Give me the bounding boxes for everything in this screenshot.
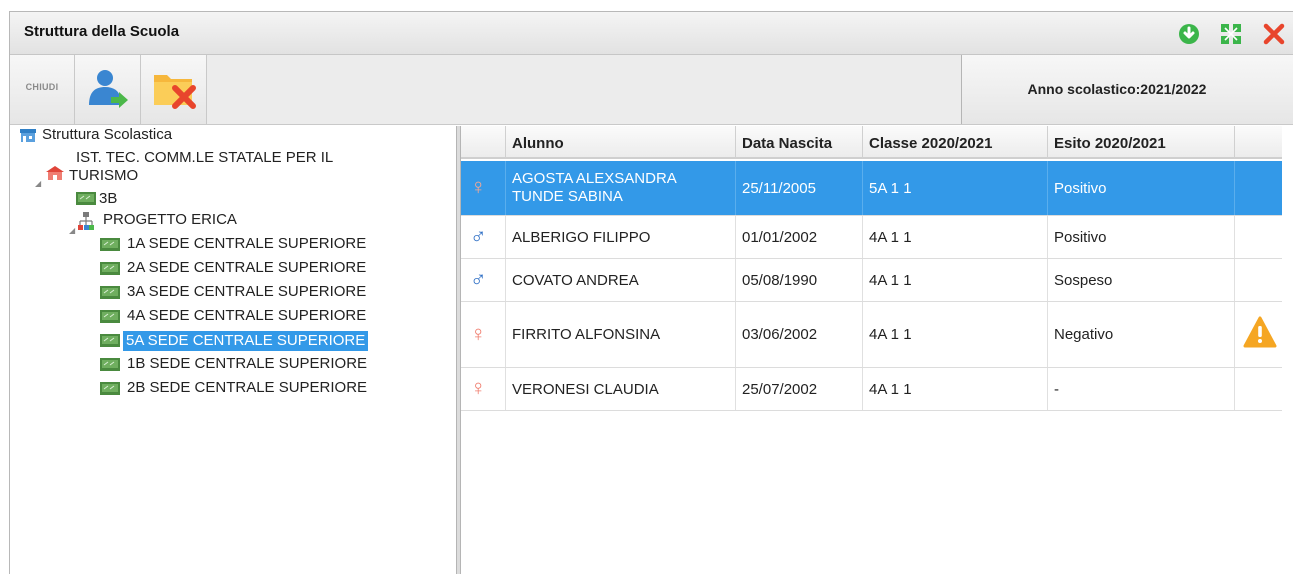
warning-icon[interactable] <box>1243 316 1277 348</box>
gender-cell: ♀ <box>461 302 505 367</box>
maximize-icon[interactable] <box>1219 22 1243 46</box>
project-hierarchy-icon <box>78 212 94 230</box>
column-header-alunno[interactable]: Alunno <box>505 126 735 159</box>
table-row[interactable]: ♂ ALBERIGO FILIPPO 01/01/2002 4A 1 1 Pos… <box>461 216 1282 259</box>
classroom-board-icon <box>100 334 120 347</box>
tree-node-1b[interactable]: 1B SEDE CENTRALE SUPERIORE <box>127 356 367 372</box>
delete-folder-button[interactable] <box>141 55 207 124</box>
classroom-board-icon <box>100 310 120 323</box>
toolbar: CHIUDI Anno scolastico:2021/2022 <box>10 55 1293 125</box>
student-name-cell: VERONESI CLAUDIA <box>505 368 735 410</box>
title-bar: Struttura della Scuola <box>10 12 1293 55</box>
school-structure-icon <box>20 129 36 142</box>
table-row[interactable]: ♀ VERONESI CLAUDIA 25/07/2002 4A 1 1 - <box>461 368 1282 411</box>
table-row[interactable]: ♀ AGOSTA ALEXSANDRA TUNDE SABINA 25/11/2… <box>461 161 1282 216</box>
class-cell: 4A 1 1 <box>862 216 1047 258</box>
column-header-sex[interactable] <box>461 126 505 159</box>
outcome-cell: Negativo <box>1047 302 1234 367</box>
outcome-cell: Positivo <box>1047 161 1234 215</box>
gender-cell: ♀ <box>461 161 505 215</box>
tree-node-3a[interactable]: 3A SEDE CENTRALE SUPERIORE <box>127 284 366 300</box>
collapse-arrow-icon[interactable]: ◢ <box>69 226 75 235</box>
column-header-data-nascita[interactable]: Data Nascita <box>735 126 862 159</box>
close-icon[interactable] <box>1262 22 1286 46</box>
status-cell <box>1234 216 1282 258</box>
class-cell: 4A 1 1 <box>862 368 1047 410</box>
student-name-cell: COVATO ANDREA <box>505 259 735 301</box>
tree-school-line1[interactable]: IST. TEC. COMM.LE STATALE PER IL <box>76 150 333 166</box>
classroom-board-icon <box>100 238 120 251</box>
tree-node-1a[interactable]: 1A SEDE CENTRALE SUPERIORE <box>127 236 366 252</box>
student-name-cell: AGOSTA ALEXSANDRA TUNDE SABINA <box>505 161 735 215</box>
female-icon: ♀ <box>470 374 487 400</box>
female-icon: ♀ <box>470 320 487 346</box>
class-cell: 4A 1 1 <box>862 302 1047 367</box>
tree-school-line2[interactable]: TURISMO <box>69 168 138 184</box>
column-header-classe[interactable]: Classe 2020/2021 <box>862 126 1047 159</box>
student-name-cell: FIRRITO ALFONSINA <box>505 302 735 367</box>
female-icon: ♀ <box>470 173 487 199</box>
classroom-board-icon <box>100 262 120 275</box>
collapse-arrow-icon[interactable]: ◢ <box>35 179 41 188</box>
tree-root[interactable]: Struttura Scolastica <box>42 127 172 143</box>
school-structure-window: Struttura della Scuola CHIUDI Anno scola… <box>9 11 1293 574</box>
column-header-status[interactable] <box>1234 126 1276 159</box>
classroom-board-icon <box>100 382 120 395</box>
tree-node-5a-selected[interactable]: 5A SEDE CENTRALE SUPERIORE <box>123 331 369 351</box>
student-name-line1: AGOSTA ALEXSANDRA <box>512 170 677 187</box>
students-grid: Alunno Data Nascita Classe 2020/2021 Esi… <box>461 126 1293 574</box>
birth-date-cell: 05/08/1990 <box>735 259 862 301</box>
gender-cell: ♂ <box>461 216 505 258</box>
tree-node-4a[interactable]: 4A SEDE CENTRALE SUPERIORE <box>127 308 366 324</box>
status-cell <box>1234 368 1282 410</box>
column-header-esito[interactable]: Esito 2020/2021 <box>1047 126 1234 159</box>
school-year-label: Anno scolastico:2021/2022 <box>1027 81 1207 97</box>
classroom-board-icon <box>100 358 120 371</box>
user-transfer-icon <box>89 70 128 108</box>
table-row[interactable]: ♀ FIRRITO ALFONSINA 03/06/2002 4A 1 1 Ne… <box>461 302 1282 368</box>
status-cell <box>1234 259 1282 301</box>
close-button-label: CHIUDI <box>25 82 59 92</box>
school-tree: Struttura Scolastica ◢ IST. TEC. COMM.LE… <box>10 126 456 574</box>
birth-date-cell: 03/06/2002 <box>735 302 862 367</box>
classroom-board-icon <box>100 286 120 299</box>
tree-node-progetto-erica[interactable]: PROGETTO ERICA <box>103 212 237 228</box>
tree-node-3b[interactable]: 3B <box>99 191 117 207</box>
gender-cell: ♂ <box>461 259 505 301</box>
class-cell: 4A 1 1 <box>862 259 1047 301</box>
table-row[interactable]: ♂ COVATO ANDREA 05/08/1990 4A 1 1 Sospes… <box>461 259 1282 302</box>
student-name-line2: TUNDE SABINA <box>512 188 623 205</box>
male-icon: ♂ <box>470 265 487 291</box>
tree-node-2a[interactable]: 2A SEDE CENTRALE SUPERIORE <box>127 260 366 276</box>
classroom-board-icon <box>76 192 96 205</box>
student-name-cell: ALBERIGO FILIPPO <box>505 216 735 258</box>
gender-cell: ♀ <box>461 368 505 410</box>
download-icon[interactable] <box>1177 22 1201 46</box>
tree-node-2b[interactable]: 2B SEDE CENTRALE SUPERIORE <box>127 380 367 396</box>
class-cell: 5A 1 1 <box>862 161 1047 215</box>
folder-delete-icon <box>154 75 196 109</box>
birth-date-cell: 25/11/2005 <box>735 161 862 215</box>
birth-date-cell: 25/07/2002 <box>735 368 862 410</box>
outcome-cell: - <box>1047 368 1234 410</box>
move-student-button[interactable] <box>75 55 141 124</box>
close-button[interactable]: CHIUDI <box>10 55 75 124</box>
male-icon: ♂ <box>470 222 487 248</box>
status-cell <box>1234 161 1282 215</box>
school-year-display: Anno scolastico:2021/2022 <box>961 55 1293 124</box>
outcome-cell: Sospeso <box>1047 259 1234 301</box>
window-title: Struttura della Scuola <box>24 23 180 40</box>
birth-date-cell: 01/01/2002 <box>735 216 862 258</box>
outcome-cell: Positivo <box>1047 216 1234 258</box>
school-building-icon <box>46 166 64 180</box>
grid-header: Alunno Data Nascita Classe 2020/2021 Esi… <box>461 126 1282 159</box>
